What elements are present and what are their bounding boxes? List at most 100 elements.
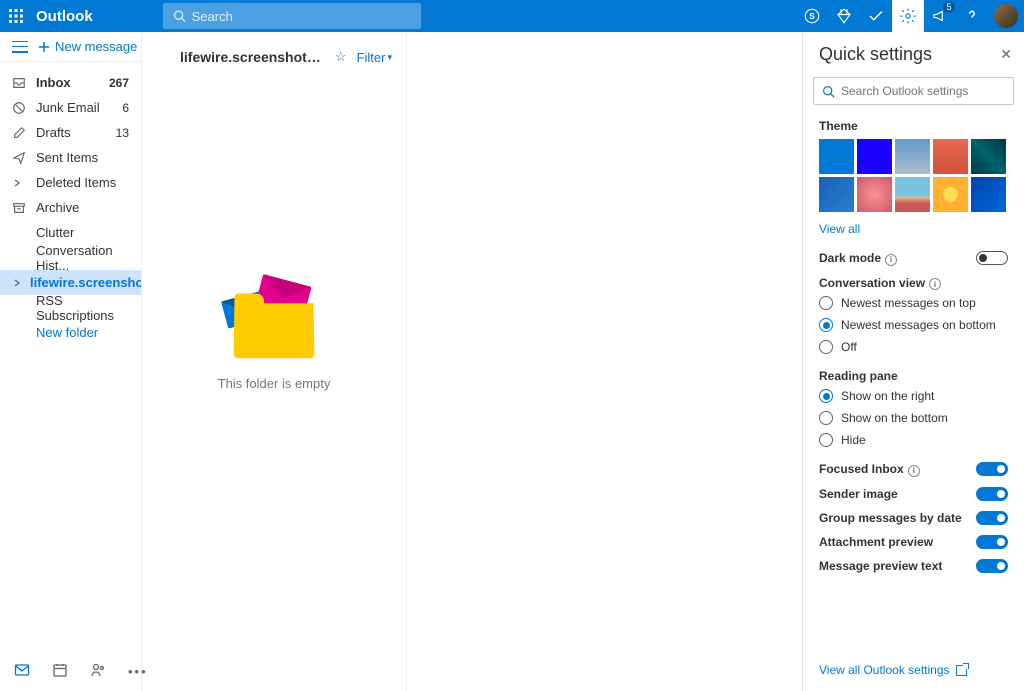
calendar-icon[interactable] (52, 662, 68, 681)
people-icon[interactable] (90, 662, 106, 681)
info-icon[interactable]: i (885, 254, 897, 266)
toggle-label: Focused Inboxi (819, 462, 976, 477)
chevron-down-icon: ▾ (387, 52, 392, 63)
folder-label: Junk Email (36, 100, 100, 115)
folder-item[interactable]: RSS Subscriptions (0, 295, 141, 320)
folder-item[interactable]: Drafts13 (0, 120, 141, 145)
panel-title: Quick settings (819, 44, 1000, 65)
view-all-settings-link[interactable]: View all Outlook settings (819, 663, 1008, 677)
conversation-view-label: Conversation viewi (819, 276, 1008, 291)
inbox-icon (12, 76, 28, 90)
radio-label: Newest messages on bottom (841, 318, 996, 332)
radio-icon (819, 318, 833, 332)
toggle-switch[interactable] (976, 511, 1008, 525)
drafts-icon (12, 126, 28, 140)
search-icon (173, 9, 186, 23)
hamburger-icon[interactable] (12, 39, 28, 55)
header-icons: S 5 (796, 0, 1024, 32)
message-list-pane: lifewire.screenshot@gm... ☆ Filter▾ This… (142, 32, 407, 691)
radio-label: Hide (841, 433, 866, 447)
folder-item[interactable]: Archive (0, 195, 141, 220)
reading-pane-options: Show on the right Show on the bottom Hide (803, 385, 1024, 457)
chevron-icon (12, 278, 22, 288)
theme-swatch[interactable] (895, 139, 930, 174)
folder-item[interactable]: lifewire.screensho... (0, 270, 141, 295)
app-title: Outlook (36, 8, 93, 25)
folder-label: Inbox (36, 75, 71, 90)
toggle-switch[interactable] (976, 487, 1008, 501)
folder-name: lifewire.screenshot@gm... (156, 49, 325, 65)
theme-grid (803, 139, 1024, 218)
folder-item[interactable]: Clutter (0, 220, 141, 245)
view-all-themes-link[interactable]: View all (803, 218, 1024, 246)
info-icon[interactable]: i (908, 465, 920, 477)
radio-option[interactable]: Newest messages on bottom (819, 314, 1008, 336)
premium-icon[interactable] (828, 0, 860, 32)
theme-label: Theme (803, 115, 1024, 139)
megaphone-icon[interactable]: 5 (924, 0, 956, 32)
toggle-label: Message preview text (819, 559, 976, 573)
app-header: Outlook S 5 (0, 0, 1024, 32)
radio-label: Show on the bottom (841, 411, 948, 425)
radio-icon (819, 433, 833, 447)
folder-label: Deleted Items (36, 175, 116, 190)
app-launcher-icon[interactable] (0, 0, 32, 32)
radio-option[interactable]: Hide (819, 429, 1008, 451)
search-input[interactable] (192, 9, 411, 24)
folder-label: lifewire.screensho... (30, 275, 141, 290)
settings-icon[interactable] (892, 0, 924, 32)
toggle-switch[interactable] (976, 535, 1008, 549)
folder-header: lifewire.screenshot@gm... ☆ Filter▾ (142, 32, 406, 82)
todo-icon[interactable] (860, 0, 892, 32)
theme-swatch[interactable] (895, 177, 930, 212)
star-icon[interactable]: ☆ (335, 49, 347, 65)
search-box[interactable] (163, 3, 421, 29)
theme-swatch[interactable] (933, 177, 968, 212)
new-message-button[interactable]: New message (38, 39, 137, 54)
folder-item[interactable]: Inbox 267 (0, 70, 141, 95)
svg-text:S: S (809, 12, 815, 21)
folder-count: 13 (116, 126, 129, 140)
radio-option[interactable]: Show on the bottom (819, 407, 1008, 429)
folder-item[interactable]: Junk Email 6 (0, 95, 141, 120)
dark-mode-toggle[interactable] (976, 251, 1008, 265)
empty-folder-illustration (214, 268, 334, 358)
folder-count: 267 (109, 76, 129, 90)
folder-item[interactable]: Conversation Hist... (0, 245, 141, 270)
skype-icon[interactable]: S (796, 0, 828, 32)
settings-search[interactable] (813, 77, 1014, 105)
close-icon[interactable]: ✕ (1000, 46, 1012, 63)
mail-icon[interactable] (14, 662, 30, 681)
avatar[interactable] (994, 4, 1018, 28)
notification-badge: 5 (943, 1, 955, 13)
folder-count: 6 (122, 101, 129, 115)
theme-swatch[interactable] (933, 139, 968, 174)
folder-item[interactable]: Sent Items (0, 145, 141, 170)
theme-swatch[interactable] (857, 177, 892, 212)
info-icon[interactable]: i (929, 278, 941, 290)
settings-search-input[interactable] (841, 84, 1005, 98)
sidebar: New message Inbox 267 Junk Email 6 Drafts13S… (0, 32, 142, 691)
toggle-switch[interactable] (976, 559, 1008, 573)
radio-option[interactable]: Show on the right (819, 385, 1008, 407)
toggle-label: Sender image (819, 487, 976, 501)
folder-item[interactable]: New folder (0, 320, 141, 345)
radio-option[interactable]: Off (819, 336, 1008, 358)
help-icon[interactable] (956, 0, 988, 32)
radio-label: Show on the right (841, 389, 934, 403)
radio-option[interactable]: Newest messages on top (819, 292, 1008, 314)
theme-swatch[interactable] (819, 139, 854, 174)
folder-list: Inbox 267 Junk Email 6 Drafts13Sent Items Del… (0, 62, 141, 651)
filter-button[interactable]: Filter▾ (357, 50, 392, 65)
theme-swatch[interactable] (857, 139, 892, 174)
dark-mode-label: Dark modei (819, 251, 976, 266)
theme-swatch[interactable] (971, 139, 1006, 174)
folder-item[interactable]: Deleted Items (0, 170, 141, 195)
empty-state: This folder is empty (142, 82, 406, 691)
search-icon (822, 85, 835, 98)
theme-swatch[interactable] (971, 177, 1006, 212)
toggle-switch[interactable] (976, 462, 1008, 476)
bottom-bar: ••• (0, 651, 141, 691)
empty-text: This folder is empty (218, 376, 331, 391)
theme-swatch[interactable] (819, 177, 854, 212)
